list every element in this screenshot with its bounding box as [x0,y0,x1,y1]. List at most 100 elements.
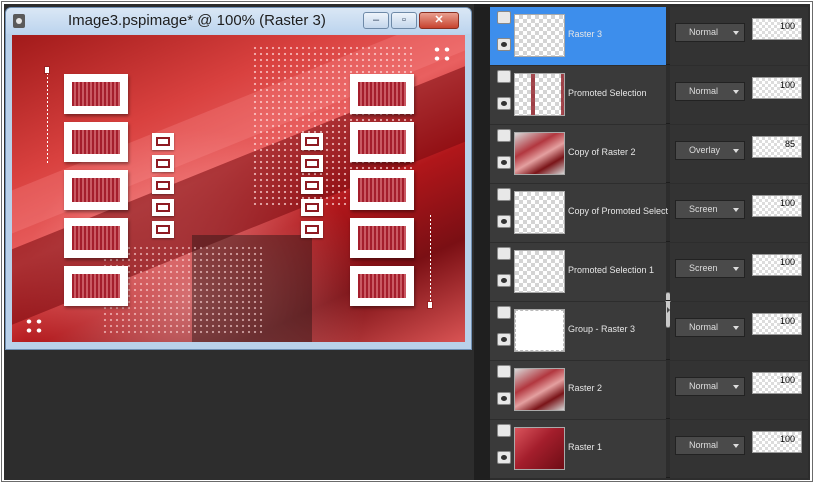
blend-mode-value: Normal [689,440,719,450]
photo-frame [350,122,414,162]
corner-dots-ornament [432,45,452,63]
blend-mode-dropdown[interactable]: Screen [675,259,745,278]
layer-thumbnail [514,250,565,293]
layer-name: Promoted Selection 1 [568,265,655,275]
opacity-field[interactable]: 100 [752,77,802,99]
layer-row[interactable]: Group - Raster 3 Normal 100 [490,302,808,360]
layer-type-icon[interactable] [497,424,511,437]
opacity-value: 100 [779,316,795,326]
opacity-field[interactable]: 100 [752,431,802,453]
layer-main-cell[interactable]: Raster 2 [490,361,666,419]
blend-mode-dropdown[interactable]: Normal [675,377,745,396]
layer-name: Copy of Raster 2 [568,147,636,157]
layer-thumbnail [514,368,565,411]
layer-type-icon[interactable] [497,70,511,83]
layer-thumbnail [514,309,565,352]
opacity-field[interactable]: 100 [752,372,802,394]
layer-main-cell[interactable]: Promoted Selection 1 [490,243,666,301]
close-button[interactable]: ✕ [419,12,459,29]
layer-type-icon[interactable] [497,365,511,378]
layer-options: Overlay 85 [670,125,808,183]
visibility-eye-icon[interactable] [497,97,511,110]
layer-type-icon[interactable] [497,306,511,319]
layer-main-cell[interactable]: Group - Raster 3 [490,302,666,360]
layer-row[interactable]: Copy of Raster 2 Overlay 85 [490,125,808,183]
layer-main-cell[interactable]: Promoted Selection [490,66,666,124]
visibility-eye-icon[interactable] [497,38,511,51]
blend-mode-dropdown[interactable]: Screen [675,200,745,219]
blend-mode-dropdown[interactable]: Normal [675,436,745,455]
layer-row[interactable]: Raster 2 Normal 100 [490,361,808,419]
bead-ornament [427,301,433,309]
blend-mode-value: Overlay [689,145,721,155]
window-title: Image3.pspimage* @ 100% (Raster 3) [68,12,326,29]
small-frame [152,199,174,216]
layer-main-cell[interactable]: Raster 3 [490,7,666,65]
maximize-button[interactable]: ▫ [391,12,417,29]
layer-thumbnail [514,132,565,175]
layer-main-cell[interactable]: Raster 1 [490,420,666,478]
small-frame [301,155,323,172]
visibility-eye-icon[interactable] [497,274,511,287]
layer-thumbnail [514,191,565,234]
corner-dots-ornament [24,317,44,335]
layer-options: Screen 100 [670,184,808,242]
image-canvas[interactable] [12,35,465,342]
layer-row[interactable]: Promoted Selection Normal 100 [490,66,808,124]
layer-row[interactable]: Raster 1 Normal 100 [490,420,808,478]
palette-splitter[interactable] [474,4,490,480]
chevron-down-icon [733,444,739,448]
layer-options: Normal 100 [670,302,808,360]
layer-row[interactable]: Raster 3 Normal 100 [490,7,808,65]
photo-frame [350,74,414,114]
blend-mode-dropdown[interactable]: Overlay [675,141,745,160]
layer-type-icon[interactable] [497,247,511,260]
layer-options: Normal 100 [670,420,808,478]
visibility-eye-icon[interactable] [497,392,511,405]
document-icon[interactable] [13,14,25,28]
chevron-down-icon [733,267,739,271]
small-frame [152,221,174,238]
visibility-eye-icon[interactable] [497,215,511,228]
small-frame [152,155,174,172]
blend-mode-value: Normal [689,381,719,391]
window-titlebar[interactable]: Image3.pspimage* @ 100% (Raster 3) – ▫ ✕ [6,8,471,34]
layer-type-icon[interactable] [497,129,511,142]
small-frame [152,133,174,150]
bead-ornament [44,66,50,74]
layer-row[interactable]: Copy of Promoted Selection Screen 100 [490,184,808,242]
photo-frame [350,266,414,306]
photo-frame [64,170,128,210]
opacity-value: 100 [779,375,795,385]
opacity-field[interactable]: 100 [752,254,802,276]
chevron-down-icon [733,326,739,330]
minimize-button[interactable]: – [363,12,389,29]
small-frame [301,221,323,238]
blend-mode-dropdown[interactable]: Normal [675,82,745,101]
layer-name: Group - Raster 3 [568,324,636,334]
layer-type-icon[interactable] [497,11,511,24]
visibility-eye-icon[interactable] [497,156,511,169]
layer-name: Raster 1 [568,442,603,452]
visibility-eye-icon[interactable] [497,333,511,346]
layer-main-cell[interactable]: Copy of Promoted Selection [490,184,668,242]
photo-frame [350,170,414,210]
layer-options: Normal 100 [670,66,808,124]
opacity-field[interactable]: 100 [752,195,802,217]
opacity-field[interactable]: 85 [752,136,802,158]
small-frame [152,177,174,194]
layer-name: Copy of Promoted Selection [568,206,668,216]
photo-frame [64,218,128,258]
layer-type-icon[interactable] [497,188,511,201]
blend-mode-dropdown[interactable]: Normal [675,318,745,337]
layer-row[interactable]: Promoted Selection 1 Screen 100 [490,243,808,301]
blend-mode-dropdown[interactable]: Normal [675,23,745,42]
opacity-field[interactable]: 100 [752,18,802,40]
photo-frame [64,122,128,162]
blend-mode-value: Normal [689,27,719,37]
visibility-eye-icon[interactable] [497,451,511,464]
chevron-down-icon [733,208,739,212]
layer-main-cell[interactable]: Copy of Raster 2 [490,125,666,183]
layer-name: Raster 2 [568,383,603,393]
opacity-field[interactable]: 100 [752,313,802,335]
